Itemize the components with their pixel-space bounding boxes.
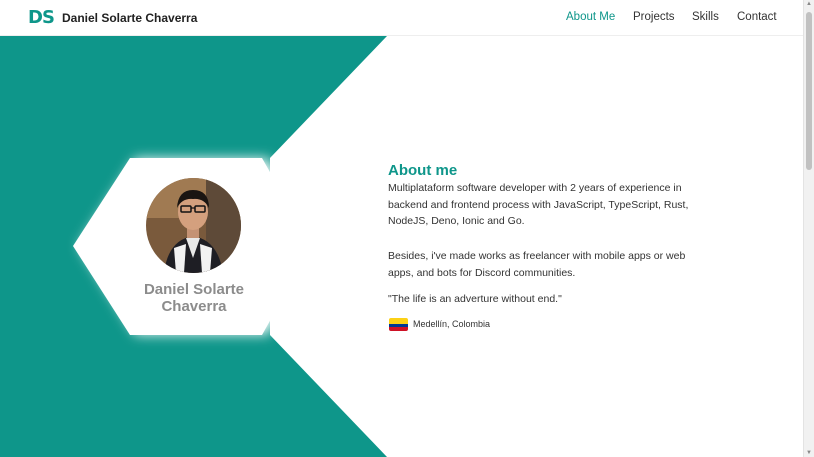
- hero-background: [0, 36, 387, 457]
- scroll-down-arrow-icon[interactable]: ▼: [805, 450, 813, 456]
- profile-name: Daniel Solarte Chaverra: [120, 281, 268, 315]
- scrollbar-thumb[interactable]: [806, 12, 812, 170]
- nav-about-me[interactable]: About Me: [566, 11, 615, 23]
- about-title: About me: [388, 162, 458, 179]
- about-paragraph-1: Multiplataform software developer with 2…: [388, 182, 689, 227]
- scroll-up-arrow-icon[interactable]: ▲: [805, 1, 813, 7]
- about-quote: "The life is an adverture without end.": [388, 293, 562, 305]
- nav-projects[interactable]: Projects: [633, 11, 675, 23]
- location-text: Medellín, Colombia: [413, 319, 491, 329]
- brand-name[interactable]: Daniel Solarte Chaverra: [62, 11, 197, 25]
- ds-logo[interactable]: DS: [28, 7, 55, 28]
- top-navbar: DS Daniel Solarte Chaverra About Me Proj…: [0, 0, 804, 36]
- page-scrollbar[interactable]: ▲ ▼: [803, 0, 814, 457]
- profile-name-line2: Chaverra: [161, 298, 227, 315]
- profile-name-line1: Daniel Solarte: [143, 281, 245, 298]
- nav-skills[interactable]: Skills: [692, 11, 719, 23]
- about-paragraph-2: Besides, i've made works as freelancer w…: [388, 250, 686, 279]
- nav-contact[interactable]: Contact: [737, 11, 777, 23]
- colombia-flag-icon: [389, 317, 408, 331]
- profile-avatar: [146, 178, 241, 273]
- location: Medellín, Colombia: [389, 316, 490, 332]
